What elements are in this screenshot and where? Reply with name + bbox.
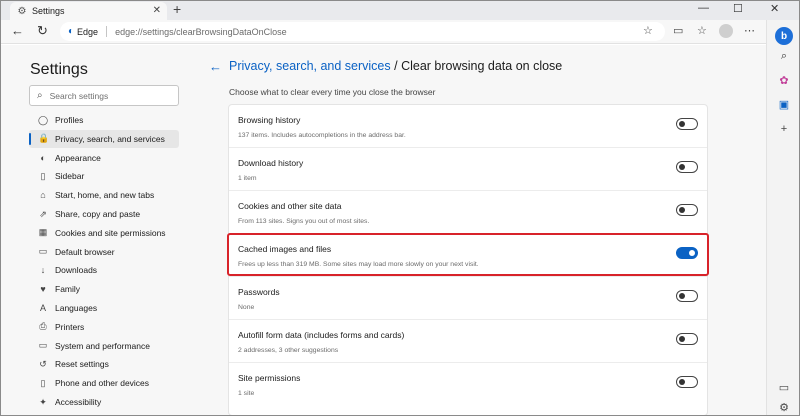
window-frame xyxy=(0,0,800,416)
